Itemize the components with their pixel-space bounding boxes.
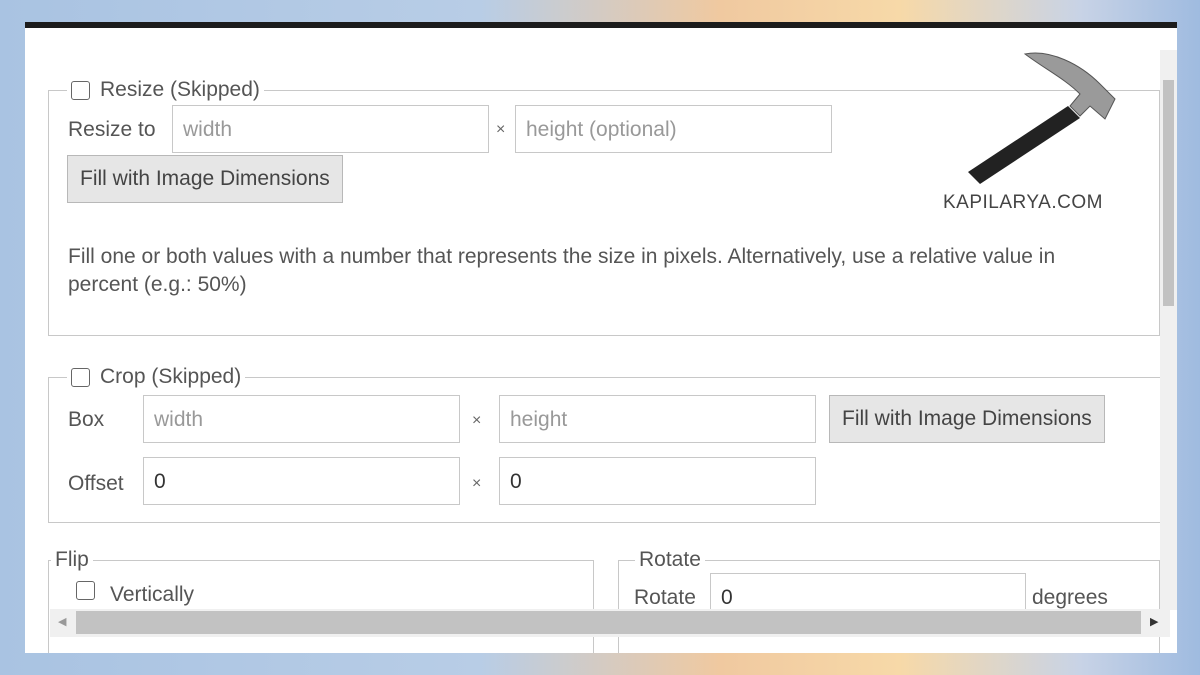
resize-fill-dimensions-button[interactable]: Fill with Image Dimensions bbox=[67, 155, 343, 203]
flip-vertically-label: Vertically bbox=[110, 583, 195, 606]
resize-legend: Resize (Skipped) bbox=[100, 78, 260, 101]
resize-checkbox[interactable] bbox=[71, 80, 90, 100]
app-window: Resize (Skipped) Resize to width × heigh… bbox=[25, 22, 1177, 653]
crop-height-input[interactable]: height bbox=[499, 395, 816, 443]
crop-width-input[interactable]: width bbox=[143, 395, 460, 443]
scroll-right-arrow-icon[interactable]: ▶ bbox=[1150, 615, 1158, 628]
resize-width-input[interactable]: width bbox=[172, 105, 489, 153]
resize-to-label: Resize to bbox=[68, 118, 156, 141]
crop-checkbox[interactable] bbox=[71, 367, 90, 387]
rotate-label: Rotate bbox=[634, 586, 696, 609]
vertical-scroll-thumb[interactable] bbox=[1163, 80, 1174, 306]
vertical-scrollbar[interactable] bbox=[1160, 50, 1177, 610]
hammer-icon bbox=[968, 52, 1116, 184]
crop-fill-dimensions-button[interactable]: Fill with Image Dimensions bbox=[829, 395, 1105, 443]
times-separator: × bbox=[472, 412, 482, 429]
horizontal-scroll-thumb[interactable] bbox=[76, 611, 1141, 634]
degrees-label: degrees bbox=[1032, 586, 1108, 609]
crop-legend: Crop (Skipped) bbox=[100, 365, 242, 388]
watermark-logo: KAPILARYA.COM bbox=[940, 44, 1140, 229]
offset-label: Offset bbox=[68, 472, 124, 495]
watermark-text: KAPILARYA.COM bbox=[943, 192, 1103, 213]
times-separator: × bbox=[472, 475, 482, 492]
resize-help-text: Fill one or both values with a number th… bbox=[68, 245, 1056, 296]
times-separator: × bbox=[496, 121, 506, 138]
resize-height-input[interactable]: height (optional) bbox=[515, 105, 832, 153]
scroll-left-arrow-icon[interactable]: ◀ bbox=[58, 615, 66, 628]
horizontal-scrollbar[interactable]: ◀ ▶ bbox=[50, 609, 1170, 637]
box-label: Box bbox=[68, 408, 105, 431]
flip-legend: Flip bbox=[55, 548, 89, 571]
flip-vertically-checkbox[interactable] bbox=[76, 581, 95, 600]
offset-x-input[interactable]: 0 bbox=[143, 457, 460, 505]
offset-y-input[interactable]: 0 bbox=[499, 457, 816, 505]
rotate-legend: Rotate bbox=[639, 548, 701, 571]
